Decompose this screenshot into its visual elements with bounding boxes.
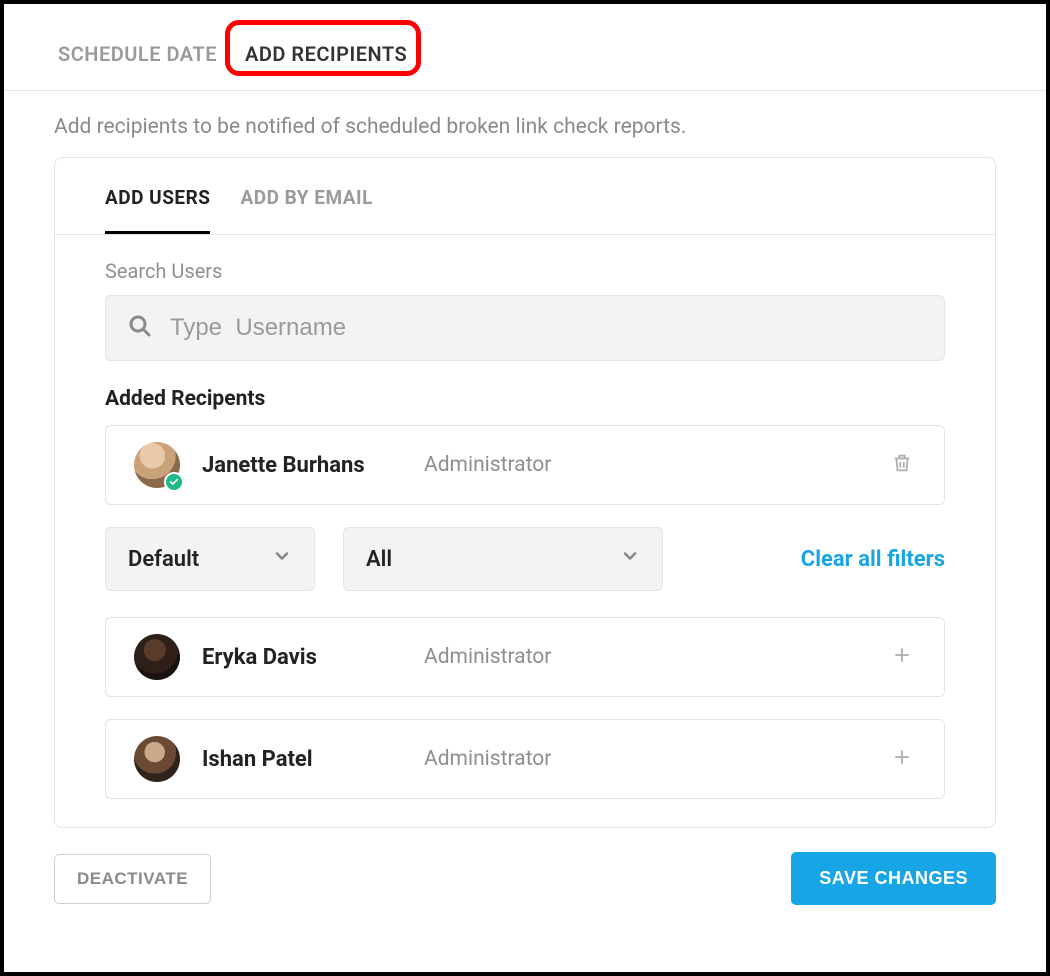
search-icon (128, 314, 152, 342)
user-name: Eryka Davis (202, 645, 402, 670)
tab-add-by-email[interactable]: ADD BY EMAIL (240, 186, 372, 234)
recipients-panel: ADD USERS ADD BY EMAIL Search Users Adde… (54, 157, 996, 828)
add-user-button[interactable] (888, 643, 916, 671)
user-name: Ishan Patel (202, 747, 402, 772)
chevron-down-icon (620, 546, 640, 572)
save-changes-button[interactable]: SAVE CHANGES (791, 852, 996, 905)
added-recipients-heading: Added Recipents (105, 387, 945, 411)
search-input-wrap[interactable] (105, 295, 945, 361)
footer-actions: DEACTIVATE SAVE CHANGES (4, 828, 1046, 905)
sort-select[interactable]: Default (105, 527, 315, 591)
remove-user-button[interactable] (888, 451, 916, 479)
add-user-button[interactable] (888, 745, 916, 773)
plus-icon (893, 646, 911, 668)
sort-select-value: Default (128, 547, 199, 572)
deactivate-button[interactable]: DEACTIVATE (54, 854, 211, 904)
role-filter-value: All (366, 547, 392, 572)
trash-icon (891, 452, 913, 478)
role-filter-select[interactable]: All (343, 527, 663, 591)
user-role: Administrator (424, 453, 866, 477)
check-badge-icon (164, 472, 184, 492)
available-user-row: Ishan Patel Administrator (105, 719, 945, 799)
tab-add-recipients[interactable]: ADD RECIPIENTS (241, 32, 411, 90)
avatar (134, 634, 180, 680)
search-label: Search Users (105, 259, 945, 283)
top-tabs: SCHEDULE DATE ADD RECIPIENTS (4, 4, 1046, 91)
avatar (134, 736, 180, 782)
user-name: Janette Burhans (202, 453, 402, 478)
clear-filters-link[interactable]: Clear all filters (801, 547, 945, 572)
filters-row: Default All Clear all filters (105, 527, 945, 591)
inner-tabs: ADD USERS ADD BY EMAIL (55, 158, 995, 235)
tab-schedule-date[interactable]: SCHEDULE DATE (54, 32, 221, 90)
search-input[interactable] (170, 314, 922, 342)
tab-add-users[interactable]: ADD USERS (105, 186, 210, 234)
description-text: Add recipients to be notified of schedul… (4, 91, 1046, 157)
avatar (134, 442, 180, 488)
available-user-row: Eryka Davis Administrator (105, 617, 945, 697)
user-role: Administrator (424, 645, 866, 669)
user-role: Administrator (424, 747, 866, 771)
chevron-down-icon (272, 546, 292, 572)
plus-icon (893, 748, 911, 770)
added-user-row: Janette Burhans Administrator (105, 425, 945, 505)
